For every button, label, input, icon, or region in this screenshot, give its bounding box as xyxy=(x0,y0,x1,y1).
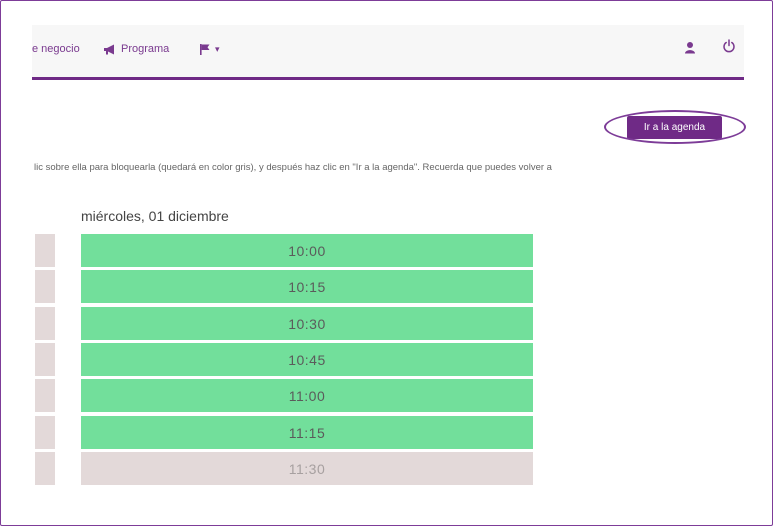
megaphone-icon xyxy=(103,44,117,55)
user-icon xyxy=(684,41,696,54)
language-dropdown[interactable]: ▾ xyxy=(199,43,220,55)
previous-day-slot[interactable] xyxy=(35,270,55,303)
nav-item-negocio[interactable]: e negocio xyxy=(32,43,80,55)
nav-item-negocio-label: e negocio xyxy=(32,43,80,55)
time-slot[interactable]: 10:30 xyxy=(81,307,533,340)
previous-day-slot[interactable] xyxy=(35,307,55,340)
chevron-down-icon: ▾ xyxy=(215,43,220,54)
time-slot[interactable]: 10:45 xyxy=(81,343,533,376)
time-slot[interactable]: 10:15 xyxy=(81,270,533,303)
instructions-text: lic sobre ella para bloquearla (quedará … xyxy=(34,162,552,173)
day-header: miércoles, 01 diciembre xyxy=(81,208,229,224)
top-navbar: e negocio Programa ▾ xyxy=(32,25,744,80)
time-slot[interactable]: 10:00 xyxy=(81,234,533,267)
power-icon xyxy=(722,39,736,53)
time-slot[interactable]: 11:30 xyxy=(81,452,533,485)
user-menu[interactable] xyxy=(684,41,696,54)
nav-item-programa-label: Programa xyxy=(121,43,170,55)
app-frame: e negocio Programa ▾ Ir a la agenda lic … xyxy=(0,0,773,526)
previous-day-slot[interactable] xyxy=(35,343,55,376)
go-to-agenda-button[interactable]: Ir a la agenda xyxy=(627,116,722,139)
flag-icon xyxy=(199,43,211,55)
nav-item-programa[interactable]: Programa xyxy=(103,43,169,55)
previous-day-slot[interactable] xyxy=(35,379,55,412)
logout-button[interactable] xyxy=(722,39,736,53)
previous-day-slot[interactable] xyxy=(35,416,55,449)
previous-day-slot[interactable] xyxy=(35,234,55,267)
time-slot[interactable]: 11:15 xyxy=(81,416,533,449)
time-slot[interactable]: 11:00 xyxy=(81,379,533,412)
previous-day-slot[interactable] xyxy=(35,452,55,485)
